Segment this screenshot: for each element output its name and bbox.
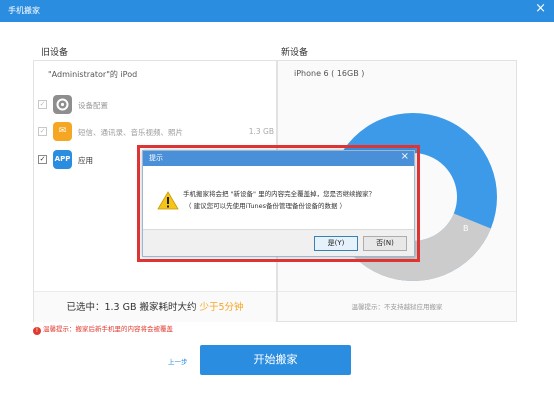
app-icon: APP xyxy=(53,150,72,169)
yes-button[interactable]: 是(Y) xyxy=(314,236,358,251)
item-media[interactable]: ✓ ✉ 短信、通讯录、音乐视频、照片 1.3 GB xyxy=(38,120,274,144)
overwrite-warning: ! 温馨提示：搬家后新手机里的内容将会被覆盖 xyxy=(33,323,173,335)
dialog-highlight-frame: 提示 × 手机搬家将会把 "新设备" 里的内容完全覆盖掉，您是否继续搬家？ （ … xyxy=(137,145,420,262)
item-label: 应用 xyxy=(78,156,93,165)
old-device-name: "Administrator"的 iPod xyxy=(48,70,138,79)
new-device-name: iPhone 6 ( 16GB ) xyxy=(294,69,365,78)
dialog-suggestion: （ 建议您可以先使用iTunes备份管理备份设备的数据 ） xyxy=(185,202,347,210)
selection-summary: 已选中：1.3 GB 搬家耗时大约 少于5分钟 xyxy=(34,291,276,322)
dialog-title-bar: 提示 × xyxy=(143,151,414,166)
checkbox-apps[interactable]: ✓ xyxy=(38,155,47,164)
summary-text: 已选中：1.3 GB 搬家耗时大约 xyxy=(66,302,200,313)
title-bar: 手机搬家 × xyxy=(0,0,554,22)
item-size: 1.3 GB xyxy=(248,127,274,136)
item-device-config[interactable]: ✓ 设备配置 xyxy=(38,93,274,117)
warning-text: 温馨提示：搬家后新手机里的内容将会被覆盖 xyxy=(43,325,173,333)
close-icon[interactable]: × xyxy=(535,2,546,16)
checkbox-device-config[interactable]: ✓ xyxy=(38,100,47,109)
new-device-label: 新设备 xyxy=(281,48,309,58)
no-button[interactable]: 否(N) xyxy=(363,236,407,251)
old-device-label: 旧设备 xyxy=(41,48,69,58)
dialog-close-icon[interactable]: × xyxy=(401,151,409,162)
donut-label: B xyxy=(463,224,469,233)
warning-triangle-icon xyxy=(157,191,179,210)
dialog-button-bar: 是(Y) 否(N) xyxy=(143,229,414,256)
previous-step-link[interactable]: 上一步 xyxy=(168,356,188,366)
confirm-dialog: 提示 × 手机搬家将会把 "新设备" 里的内容完全覆盖掉，您是否继续搬家？ （ … xyxy=(142,150,415,257)
envelope-icon: ✉ xyxy=(53,122,72,141)
window-title: 手机搬家 xyxy=(8,6,40,15)
start-migration-button[interactable]: 开始搬家 xyxy=(200,345,351,375)
item-label: 短信、通讯录、音乐视频、照片 xyxy=(78,128,183,137)
dialog-title: 提示 xyxy=(149,154,163,162)
gear-icon xyxy=(53,95,72,114)
checkbox-media[interactable]: ✓ xyxy=(38,127,47,136)
new-device-tip: 温馨提示：不支持越狱应用搬家 xyxy=(278,291,516,322)
item-label: 设备配置 xyxy=(78,101,108,110)
time-estimate: 少于5分钟 xyxy=(199,302,244,313)
dialog-message: 手机搬家将会把 "新设备" 里的内容完全覆盖掉，您是否继续搬家？ xyxy=(183,190,376,198)
warning-icon: ! xyxy=(33,327,41,335)
